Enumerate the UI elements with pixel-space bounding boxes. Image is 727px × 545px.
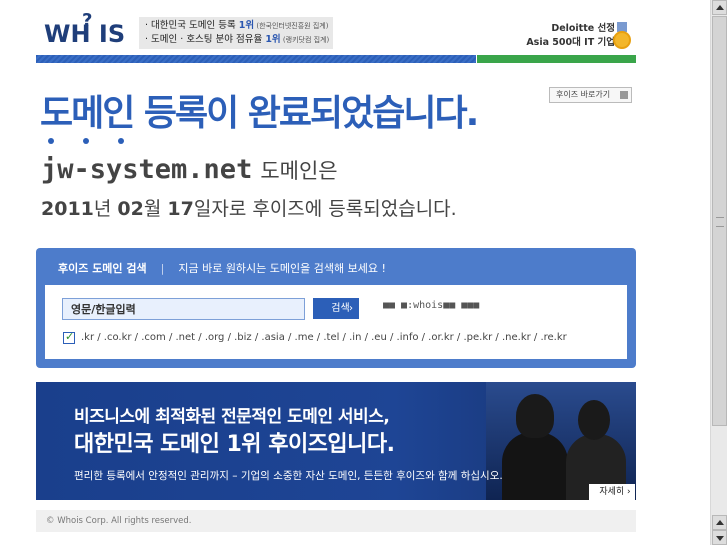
scroll-up-arrow-icon[interactable] [712,515,727,530]
date-rest: 일자로 후이즈에 등록되었습니다. [193,198,457,220]
shortcut-arrow-icon [620,91,628,99]
date-day: 17 [167,198,194,220]
business-people-image [486,382,636,500]
banner-line1: 비즈니스에 최적화된 전문적인 도메인 서비스, [74,407,390,427]
date-month: 02 [117,198,144,220]
search-title: 후이즈 도메인 검색 [58,262,147,275]
vertical-scrollbar[interactable] [710,0,727,545]
whois-note: ■■ ■:whois■■ ■■■ [383,300,480,311]
header-divider-blue [36,55,476,63]
rank-line2-note: (랭키닷컴 집계) [280,36,330,44]
date-year-unit: 년 [93,198,118,220]
scroll-down-arrow-icon[interactable] [712,530,727,545]
search-subtitle: 지금 바로 원하시는 도메인을 검색해 보세요 ! [178,262,386,275]
rank-line2-text: · 도메인 · 호스팅 분야 점유율 [145,34,266,45]
medal-icon [612,22,632,50]
scroll-thumb[interactable] [712,16,727,426]
search-header: 후이즈 도메인 검색 | 지금 바로 원하시는 도메인을 검색해 보세요 ! [58,260,386,276]
dot-icon [118,138,124,144]
domain-search-input[interactable] [62,298,305,320]
rank-info-box: · 대한민국 도메인 등록 1위 (한국인터넷진흥원 집계) · 도메인 · 호… [139,17,333,49]
dot-icon [48,138,54,144]
rank-line1-rank: 1위 [238,20,255,31]
search-form: 검색 › ■■ ■:whois■■ ■■■ .kr / .co.kr / .co… [45,285,627,359]
rank-line2-rank: 1위 [265,34,281,45]
shortcut-label: 후이즈 바로가기 [556,90,611,99]
more-details-button[interactable]: 자세히 › [589,484,635,500]
award-line1: Deloitte 선정 [551,23,615,34]
domain-suffix: 도메인은 [260,159,338,183]
award-line2: Asia 500대 IT 기업 [526,37,615,48]
rank-line1-text: · 대한민국 도메인 등록 [145,20,239,31]
page-title: 도메인 등록이 완료되었습니다. [40,93,479,134]
whois-shortcut-button[interactable]: 후이즈 바로가기 [549,87,632,103]
award-text: Deloitte 선정 Asia 500대 IT 기업 [526,22,615,50]
grip-icon [716,217,724,227]
whois-logo[interactable]: WH IS ? [44,10,128,50]
extensions-checkbox[interactable] [63,330,75,344]
domain-search-panel: 후이즈 도메인 검색 | 지금 바로 원하시는 도메인을 검색해 보세요 ! 검색 … [36,248,636,368]
footer-copyright: © Whois Corp. All rights reserved. [36,510,636,532]
scroll-up-arrow-icon[interactable] [712,0,727,15]
rank-line-share: · 도메인 · 호스팅 분야 점유율 1위 (랭키닷컴 집계) [145,33,330,47]
date-year: 2011 [41,198,94,220]
banner-line2: 대한민국 도메인 1위 후이즈입니다. [74,432,395,457]
search-button[interactable]: 검색 › [313,298,359,319]
dot-icon [83,138,89,144]
extension-list: .kr / .co.kr / .com / .net / .org / .biz… [81,332,567,343]
chevron-right-icon: › [349,303,353,314]
banner-line3: 편리한 등록에서 안정적인 관리까지 – 기업의 소중한 자산 도메인, 든든한… [74,470,503,482]
header-divider-green [477,55,636,63]
rank-line1-note: (한국인터넷진흥원 집계) [254,22,329,30]
search-separator: | [160,262,165,275]
search-button-label: 검색 [331,303,350,314]
logo-question-mark: ? [82,10,93,31]
registered-domain-line: jw-system.net 도메인은 [41,154,338,185]
date-month-unit: 월 [143,198,168,220]
promo-banner[interactable]: 비즈니스에 최적화된 전문적인 도메인 서비스, 대한민국 도메인 1위 후이즈… [36,382,636,500]
rank-line-registration: · 대한민국 도메인 등록 1위 (한국인터넷진흥원 집계) [145,19,329,33]
domain-name: jw-system.net [41,154,253,185]
registration-date-line: 2011년 02월 17일자로 후이즈에 등록되었습니다. [41,194,457,221]
